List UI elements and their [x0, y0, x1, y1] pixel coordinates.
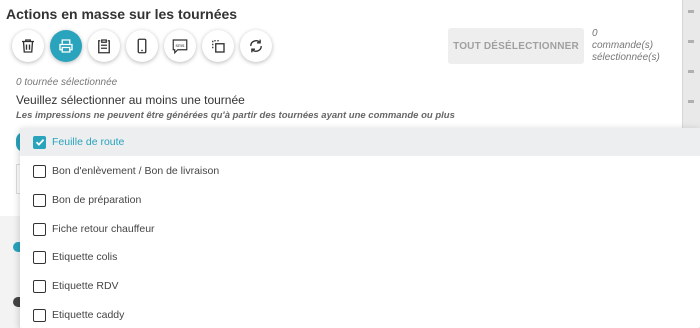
option-feuille-de-route[interactable]: Feuille de route	[20, 128, 700, 156]
sms-button[interactable]: sms	[164, 30, 196, 62]
option-label: Fiche retour chauffeur	[52, 223, 155, 235]
copy-icon	[212, 40, 225, 53]
print-note: Les impressions ne peuvent être générées…	[16, 110, 455, 121]
checkbox[interactable]	[33, 279, 46, 293]
deselect-all-button[interactable]: TOUT DÉSÉLECTIONNER	[448, 28, 584, 64]
panel-title: Actions en masse sur les tournées	[6, 6, 238, 22]
clipboard-icon	[98, 39, 110, 54]
phone-icon	[137, 38, 147, 54]
option-bon-enlevement-livraison[interactable]: Bon d'enlèvement / Bon de livraison	[20, 157, 700, 185]
checkbox[interactable]	[33, 164, 46, 178]
option-etiquette-rdv[interactable]: Etiquette RDV	[20, 272, 700, 300]
option-etiquette-colis[interactable]: Etiquette colis	[20, 243, 700, 271]
selected-orders-count: 0 commande(s) sélectionnée(s)	[592, 28, 660, 63]
checkbox[interactable]	[33, 250, 46, 264]
preparation-button[interactable]	[88, 30, 120, 62]
printer-icon	[59, 39, 73, 53]
delete-button[interactable]	[12, 30, 44, 62]
option-label: Etiquette RDV	[52, 280, 119, 292]
trash-icon	[22, 39, 34, 53]
checkbox[interactable]	[33, 308, 46, 322]
option-label: Etiquette colis	[52, 251, 118, 263]
action-toolbar: sms	[12, 30, 272, 62]
sms-icon: sms	[172, 39, 188, 55]
checkbox[interactable]	[33, 135, 46, 149]
refresh-icon	[250, 39, 262, 53]
selection-status: 0 tournée sélectionnée	[16, 77, 118, 88]
option-label: Etiquette caddy	[52, 309, 125, 321]
option-label: Bon d'enlèvement / Bon de livraison	[52, 165, 220, 177]
refresh-button[interactable]	[240, 30, 272, 62]
option-etiquette-caddy[interactable]: Etiquette caddy	[20, 301, 700, 328]
option-label: Feuille de route	[52, 136, 125, 148]
svg-text:sms: sms	[176, 44, 185, 49]
duplicate-button[interactable]	[202, 30, 234, 62]
option-bon-de-preparation[interactable]: Bon de préparation	[20, 186, 700, 214]
print-options-dropdown: Feuille de route Bon d'enlèvement / Bon …	[20, 128, 700, 328]
check-icon	[35, 138, 44, 146]
checkbox[interactable]	[33, 222, 46, 236]
option-label: Bon de préparation	[52, 194, 142, 206]
option-fiche-retour-chauffeur[interactable]: Fiche retour chauffeur	[20, 215, 700, 243]
underlying-list-band	[0, 216, 20, 328]
print-button[interactable]	[50, 30, 82, 62]
phone-button[interactable]	[126, 30, 158, 62]
checkbox[interactable]	[33, 193, 46, 207]
selection-warning: Veuillez sélectionner au moins une tourn…	[16, 93, 245, 107]
